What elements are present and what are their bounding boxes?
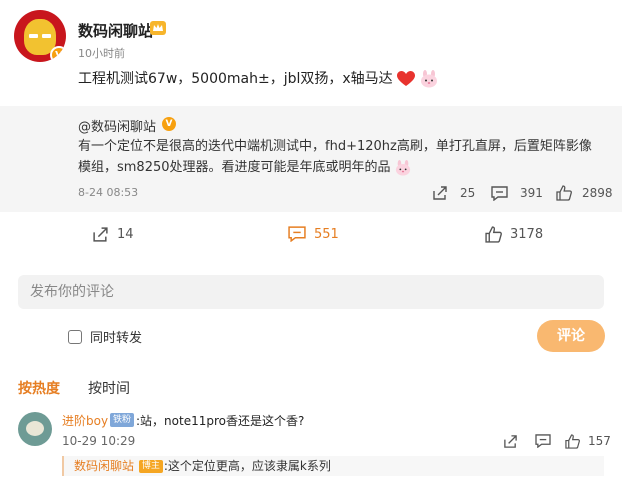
thumbs-up-icon: [485, 225, 502, 243]
share-button[interactable]: 14: [92, 222, 134, 246]
submit-comment-button[interactable]: 评论: [537, 320, 605, 352]
comment-date: 10-29 10:29: [62, 434, 136, 448]
verified-badge-icon: V: [50, 46, 66, 62]
repost-like-button[interactable]: 2898: [556, 184, 613, 202]
fan-badge: 铁粉: [110, 413, 135, 427]
thumbs-up-icon: [565, 433, 580, 449]
repost-share-button[interactable]: 25: [432, 184, 475, 202]
comment-icon: [535, 434, 551, 448]
comment-like-count: 157: [588, 434, 611, 448]
repost-comment-button[interactable]: 391: [491, 184, 543, 202]
comment-like-button[interactable]: 157: [565, 432, 611, 450]
comment-share-button[interactable]: [503, 432, 518, 450]
repost-author-name[interactable]: @数码闲聊站: [78, 116, 156, 135]
reply-author-name[interactable]: 数码闲聊站: [74, 459, 134, 473]
also-repost-label: 同时转发: [90, 331, 143, 346]
author-avatar[interactable]: V: [14, 10, 66, 62]
bunny-emoji-icon: [395, 159, 410, 176]
repost-like-count: 2898: [582, 186, 613, 200]
reply-preview[interactable]: 数码闲聊站 博主:这个定位更高，应该隶属k系列: [64, 456, 604, 476]
like-button[interactable]: 3178: [485, 222, 543, 246]
comment-input[interactable]: 发布你的评论: [18, 275, 604, 309]
author-badge: 博主: [138, 460, 163, 473]
post-text: 工程机测试67w，5000mah±，jbl双扬，x轴马达: [78, 68, 438, 88]
reply-text: :这个定位更高，应该隶属k系列: [163, 459, 331, 473]
also-repost-toggle[interactable]: 同时转发: [68, 327, 142, 346]
heart-emoji-icon: [397, 71, 416, 86]
share-icon: [504, 434, 517, 448]
comment-count: 551: [314, 226, 339, 242]
comment-icon: [288, 226, 306, 242]
share-icon: [433, 186, 447, 200]
repost-comment-count: 391: [520, 186, 543, 200]
verified-icon: V: [162, 117, 176, 131]
repost-share-count: 25: [460, 186, 476, 200]
comment-text: :站，note11pro香还是这个香?: [136, 414, 305, 428]
comment-icon: [491, 185, 508, 201]
comment-reply-button[interactable]: [535, 432, 551, 450]
thumbs-up-icon: [556, 185, 572, 201]
post-author-name[interactable]: 数码闲聊站: [78, 20, 153, 41]
tab-sort-hot[interactable]: 按热度: [18, 378, 60, 398]
commenter-avatar[interactable]: [18, 412, 52, 446]
comment-button[interactable]: 551: [288, 222, 339, 246]
repost-date: 8-24 08:53: [78, 186, 139, 199]
bunny-emoji-icon: [420, 70, 437, 88]
repost-text: 有一个定位不是很高的迭代中端机测试中，fhd+120hz高刷，单打孔直屏，后置矩…: [78, 139, 592, 176]
tab-sort-time[interactable]: 按时间: [88, 378, 130, 398]
crown-icon: [150, 21, 166, 35]
also-repost-checkbox[interactable]: [68, 329, 82, 344]
like-count: 3178: [510, 226, 544, 242]
share-count: 14: [117, 226, 134, 242]
repost-card[interactable]: @数码闲聊站 V 有一个定位不是很高的迭代中端机测试中，fhd+120hz高刷，…: [0, 106, 622, 212]
comment-author-name[interactable]: 进阶boy: [62, 412, 108, 429]
share-icon: [93, 226, 108, 242]
post-time: 10小时前: [78, 47, 125, 60]
